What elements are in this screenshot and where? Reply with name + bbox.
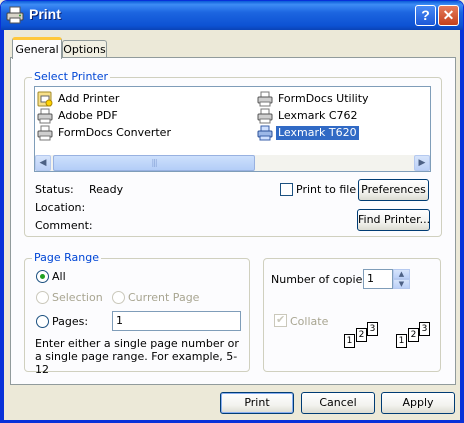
comment-label: Comment: [35, 219, 93, 232]
scroll-left-button[interactable]: ◀ [35, 155, 51, 171]
preferences-button[interactable]: Preferences [358, 179, 429, 201]
page-icon: 3 [367, 322, 378, 336]
pages-input[interactable]: 1 [112, 311, 241, 331]
list-item-label: FormDocs Converter [58, 126, 171, 139]
print-button[interactable]: Print [220, 392, 294, 414]
all-radio[interactable] [36, 270, 49, 283]
list-item-label: Lexmark T620 [276, 126, 359, 140]
current-page-radio [112, 291, 125, 304]
network-printer-icon [257, 125, 273, 141]
status-value: Ready [89, 183, 124, 196]
printer-icon [257, 91, 273, 107]
page-icon: 3 [419, 322, 430, 336]
selection-radio [36, 291, 49, 304]
page-range-legend: Page Range [32, 251, 101, 264]
list-item-label: Adobe PDF [58, 109, 118, 122]
window-frame-right [460, 30, 463, 422]
printer-icon [37, 108, 53, 124]
add-printer-icon [37, 91, 53, 107]
printer-icon [37, 125, 53, 141]
copies-label: Number of copies: [271, 273, 372, 286]
window-title: Print [29, 6, 61, 22]
printer-list[interactable]: Add Printer Adobe PDF FormDocs Converter [34, 86, 431, 172]
collate-checkbox: ✔ [274, 313, 287, 327]
current-page-label: Current Page [128, 291, 200, 304]
window-frame-left [1, 30, 4, 422]
printer-icon [257, 108, 273, 124]
scroll-right-button[interactable]: ▶ [414, 155, 430, 171]
copies-spinner[interactable]: ▲ ▼ [393, 269, 410, 289]
pages-radio[interactable] [36, 315, 49, 328]
collate-label: Collate [290, 315, 329, 328]
all-label[interactable]: All [52, 270, 66, 283]
page-icon: 2 [408, 328, 419, 342]
page-icon: 1 [396, 334, 407, 348]
find-printer-button[interactable]: Find Printer... [357, 209, 430, 231]
horizontal-scrollbar[interactable]: ◀ ||| ▶ [35, 155, 430, 171]
copies-input[interactable]: 1 [363, 269, 393, 289]
spin-up-button[interactable]: ▲ [393, 269, 410, 279]
status-label: Status: [35, 183, 74, 196]
cancel-button[interactable]: Cancel [301, 392, 375, 414]
title-bar[interactable]: Print ? ✕ [1, 1, 463, 30]
apply-button[interactable]: Apply [381, 392, 455, 414]
close-button[interactable]: ✕ [438, 5, 459, 26]
page-range-hint: Enter either a single page number or a s… [35, 337, 239, 376]
help-button[interactable]: ? [415, 5, 436, 26]
page-icon: 1 [344, 334, 355, 348]
list-item-label: Add Printer [58, 92, 120, 105]
scrollbar-thumb[interactable]: ||| [53, 155, 255, 171]
print-to-file-label[interactable]: Print to file [296, 183, 356, 196]
selection-label: Selection [52, 291, 103, 304]
page-icon: 2 [356, 328, 367, 342]
printer-icon [6, 6, 24, 24]
list-item-label: Lexmark C762 [278, 109, 358, 122]
list-item-label: FormDocs Utility [278, 92, 369, 105]
tab-general[interactable]: General [12, 37, 62, 59]
select-printer-legend: Select Printer [32, 70, 111, 83]
print-to-file-checkbox[interactable] [280, 183, 293, 196]
print-dialog: Print ? ✕ Options General Select Printer… [0, 0, 464, 423]
pages-label[interactable]: Pages: [52, 315, 88, 328]
location-label: Location: [35, 201, 86, 214]
spin-down-button[interactable]: ▼ [393, 279, 410, 289]
checkmark-icon: ✔ [276, 313, 286, 326]
tab-options[interactable]: Options [62, 40, 107, 58]
